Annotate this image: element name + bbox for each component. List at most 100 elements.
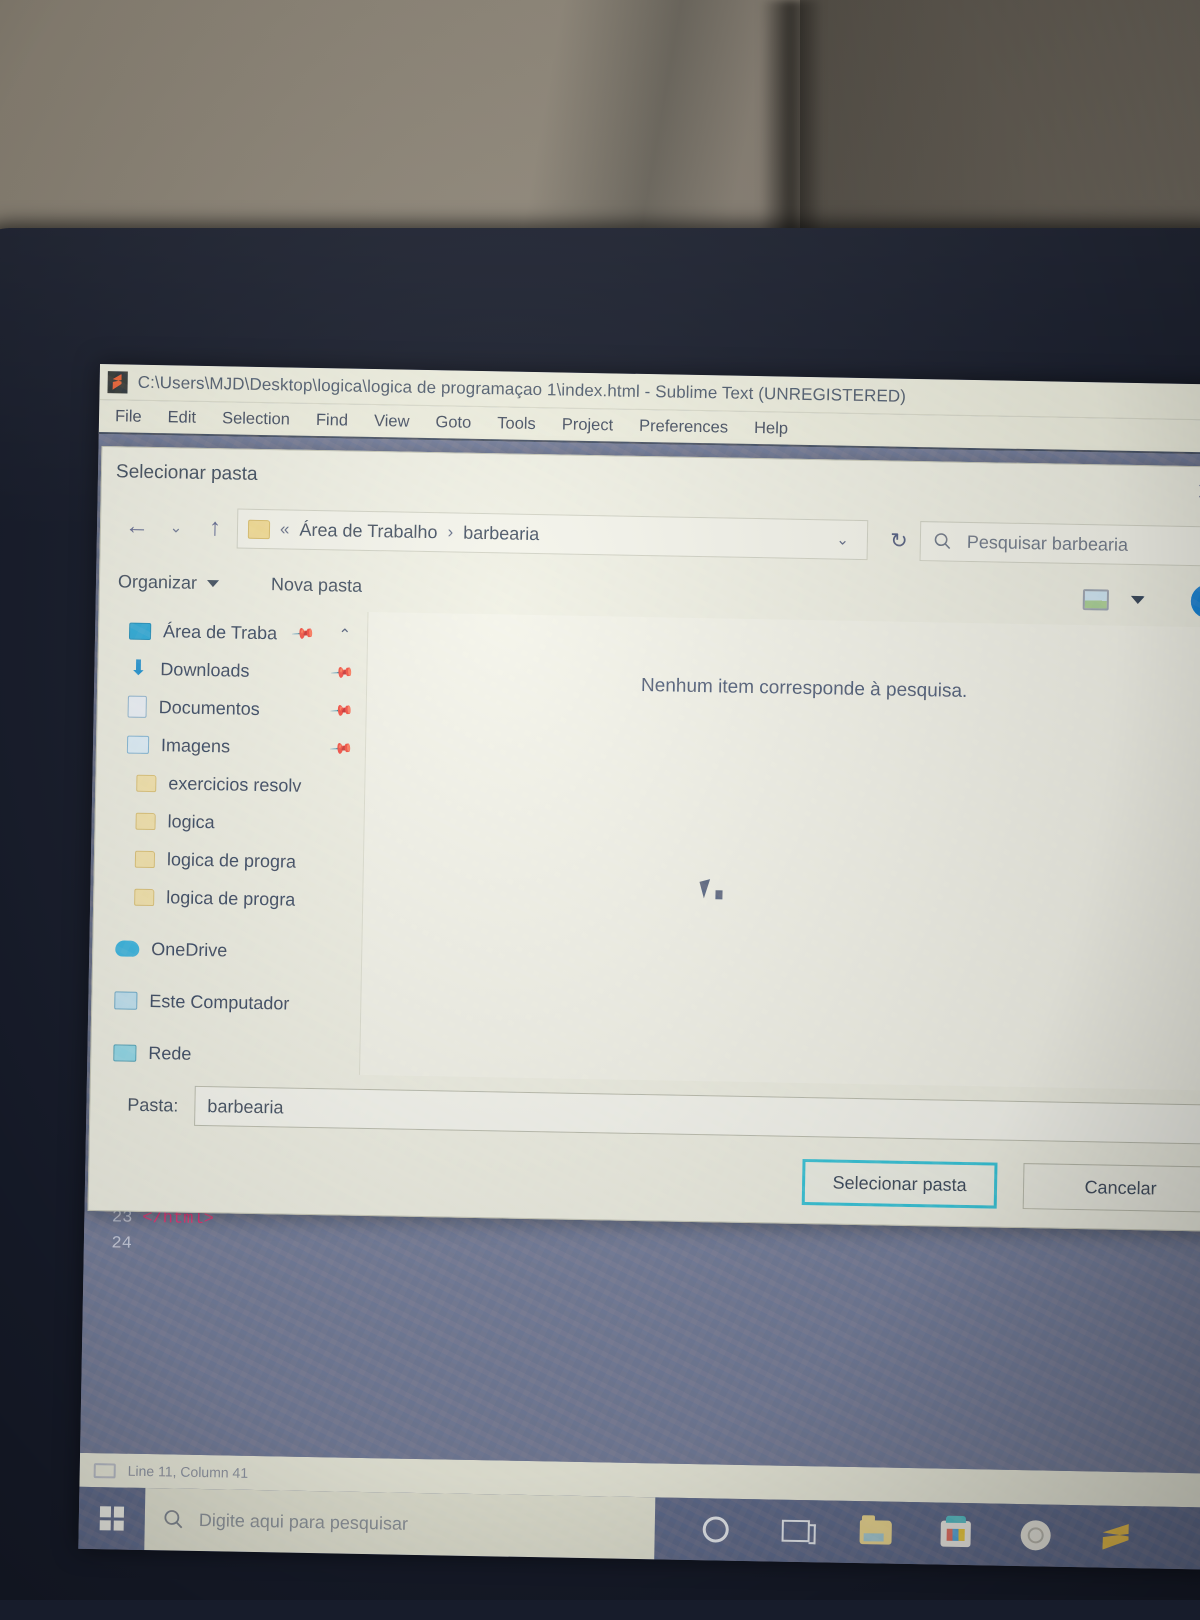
sidebar-item-este-computador[interactable]: Este Computador <box>92 981 361 1024</box>
sidebar-item-exercicios-resolv[interactable]: exercicios resolv <box>96 763 365 806</box>
back-arrow-icon[interactable]: ← <box>115 506 160 547</box>
folder-icon <box>136 774 156 791</box>
navigation-sidebar: Área de Traba 📌 ⌃ ⬇ Downloads 📌 Document… <box>91 607 367 1075</box>
media-player-icon[interactable] <box>1018 1518 1053 1553</box>
organize-button[interactable]: Organizar <box>118 571 219 594</box>
sidebar-item-label: logica de progra <box>166 887 295 910</box>
document-icon <box>128 696 147 718</box>
view-layout-icon[interactable] <box>1083 589 1109 610</box>
laptop-screen: C:\Users\MJD\Desktop\logica\logica de pr… <box>78 364 1200 1570</box>
menu-item-help[interactable]: Help <box>754 418 788 438</box>
taskbar-icon-strip <box>654 1511 1133 1554</box>
menu-item-selection[interactable]: Selection <box>222 409 290 429</box>
folder-icon <box>135 850 155 867</box>
sidebar-item-rede[interactable]: Rede <box>91 1033 360 1075</box>
chevron-down-icon <box>207 579 219 586</box>
cortana-icon[interactable] <box>698 1512 733 1547</box>
status-window-icon <box>94 1463 116 1478</box>
pictures-icon <box>127 736 149 754</box>
select-folder-button[interactable]: Selecionar pasta <box>802 1159 998 1209</box>
sidebar-item-label: Imagens <box>161 735 230 757</box>
search-icon <box>163 1508 185 1530</box>
task-view-icon[interactable] <box>778 1514 813 1549</box>
sublime-text-icon[interactable] <box>1098 1520 1133 1555</box>
search-input[interactable]: Pesquisar barbearia <box>920 521 1200 567</box>
breadcrumb-overflow-icon[interactable]: « <box>280 519 290 539</box>
menu-item-find[interactable]: Find <box>316 410 348 430</box>
network-icon <box>113 1044 136 1061</box>
microsoft-store-icon[interactable] <box>938 1517 973 1552</box>
status-line-column: Line 11, Column 41 <box>128 1463 249 1481</box>
taskbar-search-box[interactable]: Digite aqui para pesquisar <box>144 1488 655 1559</box>
breadcrumb-item-barbearia[interactable]: barbearia <box>463 522 539 544</box>
chevron-down-icon[interactable] <box>1131 596 1145 604</box>
breadcrumb-item-desktop[interactable]: Área de Trabalho <box>299 519 437 543</box>
chevron-down-icon[interactable]: ⌄ <box>828 530 857 549</box>
file-explorer-icon[interactable] <box>858 1515 893 1550</box>
up-arrow-icon[interactable]: ↑ <box>193 508 238 549</box>
sidebar-item-label: Área de Traba <box>163 621 277 644</box>
start-button[interactable] <box>78 1487 145 1550</box>
menu-item-edit[interactable]: Edit <box>167 408 196 428</box>
organize-label: Organizar <box>118 571 197 593</box>
taskbar-search-placeholder: Digite aqui para pesquisar <box>199 1510 408 1535</box>
windows-logo-icon <box>100 1506 124 1530</box>
code-line: 24 <box>84 1230 214 1258</box>
download-icon: ⬇ <box>128 659 148 679</box>
menu-item-file[interactable]: File <box>115 407 142 426</box>
sidebar-item-label: logica de progra <box>167 849 296 872</box>
desktop-icon <box>129 622 151 639</box>
dialog-body: Área de Traba 📌 ⌃ ⬇ Downloads 📌 Document… <box>91 607 1200 1091</box>
sidebar-item-label: logica <box>167 811 214 833</box>
empty-state-message: Nenhum item corresponde à pesquisa. <box>641 675 968 703</box>
sidebar-item-documentos[interactable]: Documentos 📌 <box>97 687 366 730</box>
window-title: C:\Users\MJD\Desktop\logica\logica de pr… <box>137 372 906 406</box>
sidebar-item-label: Este Computador <box>149 991 289 1015</box>
onedrive-icon <box>115 940 139 956</box>
menu-item-tools[interactable]: Tools <box>497 414 536 434</box>
breadcrumb[interactable]: « Área de Trabalho › barbearia ⌄ <box>237 509 869 561</box>
pin-icon: 📌 <box>330 660 356 686</box>
select-folder-dialog: Selecionar pasta ✕ ← ⌄ ↑ « Área de Traba… <box>87 446 1200 1232</box>
close-icon[interactable]: ✕ <box>1184 477 1200 507</box>
cancel-button[interactable]: Cancelar <box>1023 1163 1200 1213</box>
sidebar-item-logica-de-progra-2[interactable]: logica de progra <box>94 877 363 920</box>
menu-item-view[interactable]: View <box>374 412 410 432</box>
search-icon <box>933 531 953 551</box>
sidebar-item-imagens[interactable]: Imagens 📌 <box>97 725 366 768</box>
sidebar-item-area-de-trabalho[interactable]: Área de Traba 📌 ⌃ <box>99 611 368 654</box>
sidebar-item-onedrive[interactable]: OneDrive <box>93 929 362 972</box>
sidebar-item-downloads[interactable]: ⬇ Downloads 📌 <box>98 649 367 692</box>
this-pc-icon <box>114 991 137 1009</box>
breadcrumb-separator-icon: › <box>447 522 453 542</box>
file-list-area[interactable]: Nenhum item corresponde à pesquisa. <box>359 612 1200 1091</box>
sidebar-item-label: OneDrive <box>151 939 227 961</box>
sidebar-item-label: Downloads <box>160 659 249 682</box>
dialog-footer: Pasta: barbearia Selecionar pasta Cancel… <box>88 1070 1200 1231</box>
sidebar-item-logica[interactable]: logica <box>95 801 364 844</box>
folder-icon <box>134 888 154 905</box>
line-number: 24 <box>84 1233 142 1253</box>
sublime-logo-icon <box>107 371 127 393</box>
search-placeholder: Pesquisar barbearia <box>967 531 1128 555</box>
sidebar-item-logica-de-progra-1[interactable]: logica de progra <box>95 839 364 882</box>
recent-locations-chevron-down-icon[interactable]: ⌄ <box>159 518 193 537</box>
mouse-cursor <box>699 879 714 898</box>
pin-icon: 📌 <box>329 736 355 762</box>
sidebar-item-label: exercicios resolv <box>168 773 301 796</box>
menu-item-goto[interactable]: Goto <box>435 413 471 433</box>
help-button[interactable]: ? <box>1191 584 1200 619</box>
folder-icon <box>135 812 155 829</box>
sidebar-item-label: Rede <box>148 1043 191 1065</box>
menu-item-project[interactable]: Project <box>562 415 614 435</box>
folder-field-label: Pasta: <box>104 1094 178 1116</box>
refresh-icon[interactable]: ↻ <box>878 528 920 554</box>
folder-icon <box>248 519 270 538</box>
dialog-title: Selecionar pasta <box>116 461 258 486</box>
pin-icon: 📌 <box>290 621 316 647</box>
sidebar-item-label: Documentos <box>159 697 260 720</box>
chevron-up-icon[interactable]: ⌃ <box>338 625 351 643</box>
pin-icon: 📌 <box>329 698 355 724</box>
menu-item-preferences[interactable]: Preferences <box>639 416 728 437</box>
new-folder-button[interactable]: Nova pasta <box>271 574 362 597</box>
